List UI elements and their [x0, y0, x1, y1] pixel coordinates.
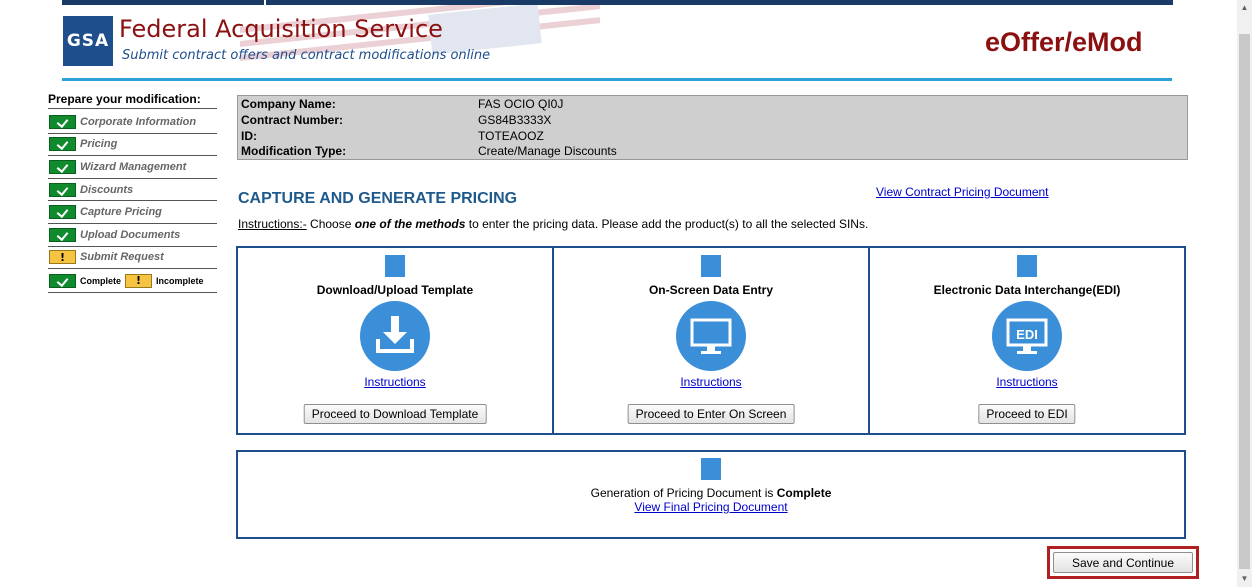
sidebar-title: Prepare your modification:	[48, 92, 217, 109]
contract-info-panel: Company Name: FAS OCIO QI0J Contract Num…	[237, 95, 1188, 160]
sidebar-item-corporate-information[interactable]: Corporate Information	[48, 111, 217, 134]
contract-number-value: GS84B3333X	[478, 112, 552, 127]
check-icon	[49, 182, 76, 197]
generation-status-panel: Generation of Pricing Document is Comple…	[236, 450, 1186, 539]
sidebar-item-label: Wizard Management	[80, 160, 187, 173]
sidebar-item-upload-documents[interactable]: Upload Documents	[48, 224, 217, 247]
contract-number-label: Contract Number:	[241, 112, 344, 127]
method-title: Electronic Data Interchange(EDI)	[933, 283, 1121, 297]
proceed-enter-on-screen-button[interactable]: Proceed to Enter On Screen	[627, 404, 795, 424]
check-icon	[49, 227, 76, 242]
edi-icon-label: EDI	[1016, 327, 1038, 342]
sidebar: Prepare your modification: Corporate Inf…	[48, 92, 217, 294]
scroll-up-icon[interactable]: ▲	[1237, 0, 1252, 16]
edi-icon[interactable]: EDI	[992, 301, 1062, 371]
pricing-methods-panel: Download/Upload Template Instructions Pr…	[236, 246, 1186, 435]
sidebar-item-pricing[interactable]: Pricing	[48, 134, 217, 157]
vertical-scrollbar[interactable]: ▲ ▼	[1237, 0, 1252, 587]
info-row-id: ID: TOTEAOOZ	[241, 129, 1184, 145]
method-title: On-Screen Data Entry	[648, 283, 774, 297]
sidebar-item-label: Upload Documents	[80, 228, 181, 241]
warning-icon: !	[125, 273, 153, 288]
id-value: TOTEAOOZ	[478, 128, 544, 143]
instructions-emphasis: one of the methods	[354, 217, 466, 231]
legend-complete-label: Complete	[80, 275, 122, 286]
app-title: eOffer/eMod	[985, 27, 1143, 57]
download-icon[interactable]	[360, 301, 430, 371]
download-instructions-link[interactable]: Instructions	[238, 375, 552, 389]
sidebar-item-submit-request[interactable]: ! Submit Request	[48, 247, 217, 270]
on-screen-instructions-link[interactable]: Instructions	[554, 375, 868, 389]
sidebar-item-wizard-management[interactable]: Wizard Management	[48, 156, 217, 179]
gsa-logo: GSA	[63, 16, 113, 66]
info-row-company: Company Name: FAS OCIO QI0J	[241, 97, 1184, 113]
method-download-upload: Download/Upload Template Instructions Pr…	[238, 248, 554, 433]
proceed-download-template-button[interactable]: Proceed to Download Template	[303, 404, 487, 424]
generation-status-value: Complete	[776, 486, 832, 500]
generation-status-prefix: Generation of Pricing Document is	[590, 486, 777, 500]
status-legend: Complete ! Incomplete	[48, 269, 217, 294]
check-icon	[49, 137, 76, 152]
info-row-modification-type: Modification Type: Create/Manage Discoun…	[241, 144, 1184, 160]
section-marker-icon	[385, 255, 405, 277]
method-edi: Electronic Data Interchange(EDI) EDI Ins…	[870, 248, 1184, 433]
top-banner-bar	[62, 0, 1173, 5]
warning-icon: !	[49, 250, 76, 265]
instructions-post: to enter the pricing data. Please add th…	[465, 217, 869, 231]
check-icon	[49, 159, 76, 174]
site-title: Federal Acquisition Service	[119, 15, 443, 43]
scrollbar-thumb[interactable]	[1239, 34, 1250, 569]
sidebar-item-label: Corporate Information	[80, 115, 197, 128]
section-marker-icon	[1017, 255, 1037, 277]
header-divider	[62, 78, 1172, 81]
scroll-down-icon[interactable]: ▼	[1237, 571, 1252, 587]
proceed-edi-button[interactable]: Proceed to EDI	[978, 404, 1076, 424]
company-name-label: Company Name:	[241, 97, 336, 111]
instructions-pre: Choose	[306, 217, 355, 231]
check-icon	[49, 114, 76, 129]
method-on-screen-entry: On-Screen Data Entry Instructions Procee…	[554, 248, 870, 433]
instructions-label: Instructions:-	[238, 217, 307, 231]
page-title: CAPTURE AND GENERATE PRICING	[238, 190, 518, 207]
sidebar-item-label: Capture Pricing	[80, 206, 162, 219]
legend-incomplete-label: Incomplete	[156, 275, 204, 286]
sidebar-item-label: Pricing	[80, 138, 118, 151]
instructions-text: Instructions:- Choose one of the methods…	[238, 217, 868, 231]
company-name-value: FAS OCIO QI0J	[478, 97, 564, 111]
section-marker-icon	[701, 458, 721, 480]
sidebar-item-capture-pricing[interactable]: Capture Pricing	[48, 201, 217, 224]
monitor-icon[interactable]	[676, 301, 746, 371]
sidebar-item-discounts[interactable]: Discounts	[48, 179, 217, 202]
check-icon	[49, 205, 76, 220]
sidebar-item-label: Discounts	[80, 183, 134, 196]
generation-status-text: Generation of Pricing Document is Comple…	[238, 486, 1184, 500]
view-final-pricing-link[interactable]: View Final Pricing Document	[238, 500, 1184, 514]
view-contract-pricing-link[interactable]: View Contract Pricing Document	[876, 185, 1049, 199]
save-and-continue-button[interactable]: Save and Continue	[1053, 552, 1193, 573]
save-button-highlight: Save and Continue	[1047, 546, 1199, 579]
section-marker-icon	[701, 255, 721, 277]
sidebar-item-label: Submit Request	[80, 251, 164, 264]
method-title: Download/Upload Template	[316, 283, 474, 297]
info-row-contract-number: Contract Number: GS84B3333X	[241, 113, 1184, 129]
modification-type-label: Modification Type:	[241, 144, 347, 159]
modification-type-value: Create/Manage Discounts	[478, 144, 617, 159]
edi-instructions-link[interactable]: Instructions	[870, 375, 1184, 389]
id-label: ID:	[241, 128, 257, 143]
site-subtitle: Submit contract offers and contract modi…	[122, 48, 491, 63]
check-icon	[49, 273, 76, 288]
